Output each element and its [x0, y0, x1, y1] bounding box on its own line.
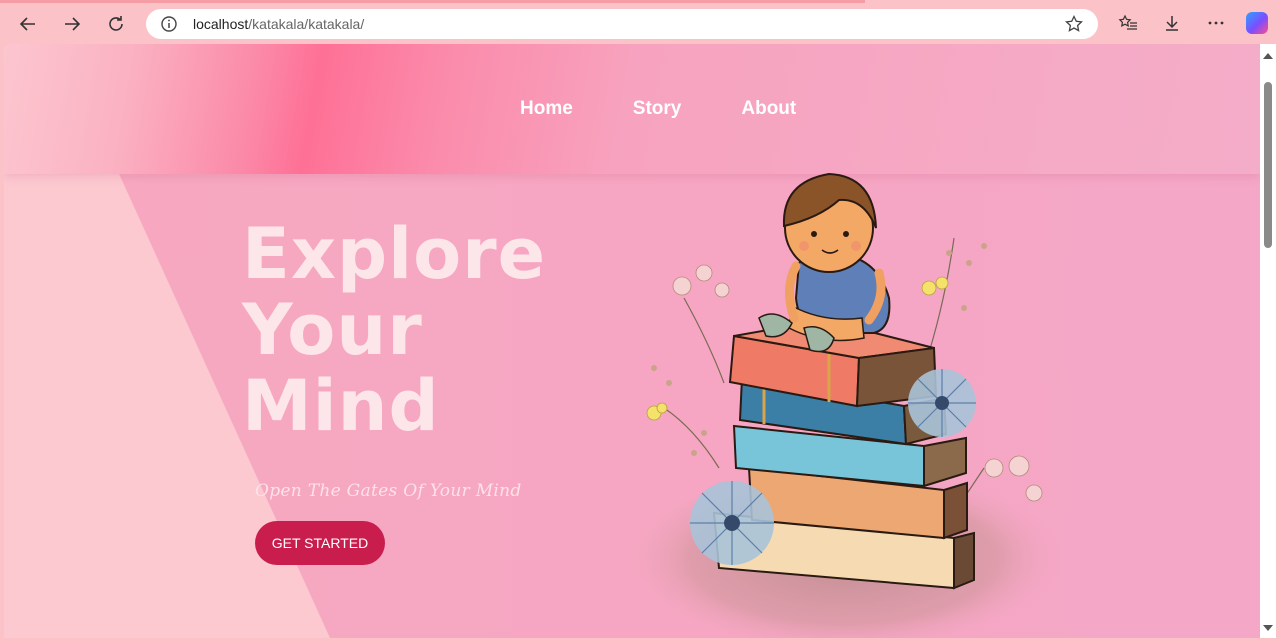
forward-button[interactable]: [58, 10, 86, 38]
url-text: localhost/katakala/katakala/: [193, 16, 364, 32]
blue-flower-left-icon: [690, 481, 774, 565]
back-button[interactable]: [14, 10, 42, 38]
page-viewport: Home Story About Explore Your Mind Open …: [4, 44, 1260, 638]
downloads-button[interactable]: [1160, 11, 1184, 35]
scrollbar-thumb[interactable]: [1264, 82, 1272, 248]
url-path: /katakala/katakala/: [248, 16, 365, 32]
hero-title-line-3: Mind: [242, 365, 440, 447]
site-header: Home Story About: [4, 44, 1260, 174]
reload-icon: [109, 16, 123, 31]
hero-title: Explore Your Mind: [242, 216, 562, 444]
address-bar[interactable]: localhost/katakala/katakala/: [146, 9, 1098, 39]
favorites-button[interactable]: [1116, 11, 1140, 35]
copilot-icon[interactable]: [1246, 12, 1268, 34]
more-menu-button[interactable]: [1204, 11, 1228, 35]
forward-arrow-icon: [65, 17, 81, 31]
hero-title-line-2: Your: [242, 289, 423, 371]
nav-home[interactable]: Home: [520, 98, 573, 120]
scroll-up-arrow-icon[interactable]: [1262, 48, 1274, 66]
scroll-down-arrow-icon[interactable]: [1262, 620, 1274, 638]
child-on-books-illustration: [624, 172, 1064, 638]
hero-subtitle: Open The Gates Of Your Mind: [255, 481, 522, 501]
download-icon: [1166, 16, 1178, 31]
hero-title-line-1: Explore: [242, 213, 547, 295]
nav-story[interactable]: Story: [633, 98, 682, 120]
favorites-list-icon: [1118, 14, 1137, 30]
back-arrow-icon: [19, 17, 35, 31]
blue-flower-right-icon: [908, 369, 976, 437]
nav-about[interactable]: About: [741, 98, 796, 120]
favorite-star-icon[interactable]: [1064, 14, 1084, 39]
tab-strip-edge: [0, 0, 865, 3]
reload-button[interactable]: [102, 10, 130, 38]
url-host: localhost: [193, 16, 249, 32]
site-info-icon[interactable]: [160, 15, 178, 38]
main-nav: Home Story About: [520, 98, 796, 120]
more-dots-icon: [1208, 21, 1224, 25]
get-started-button[interactable]: GET STARTED: [255, 521, 385, 565]
browser-toolbar: localhost/katakala/katakala/: [0, 0, 1280, 44]
